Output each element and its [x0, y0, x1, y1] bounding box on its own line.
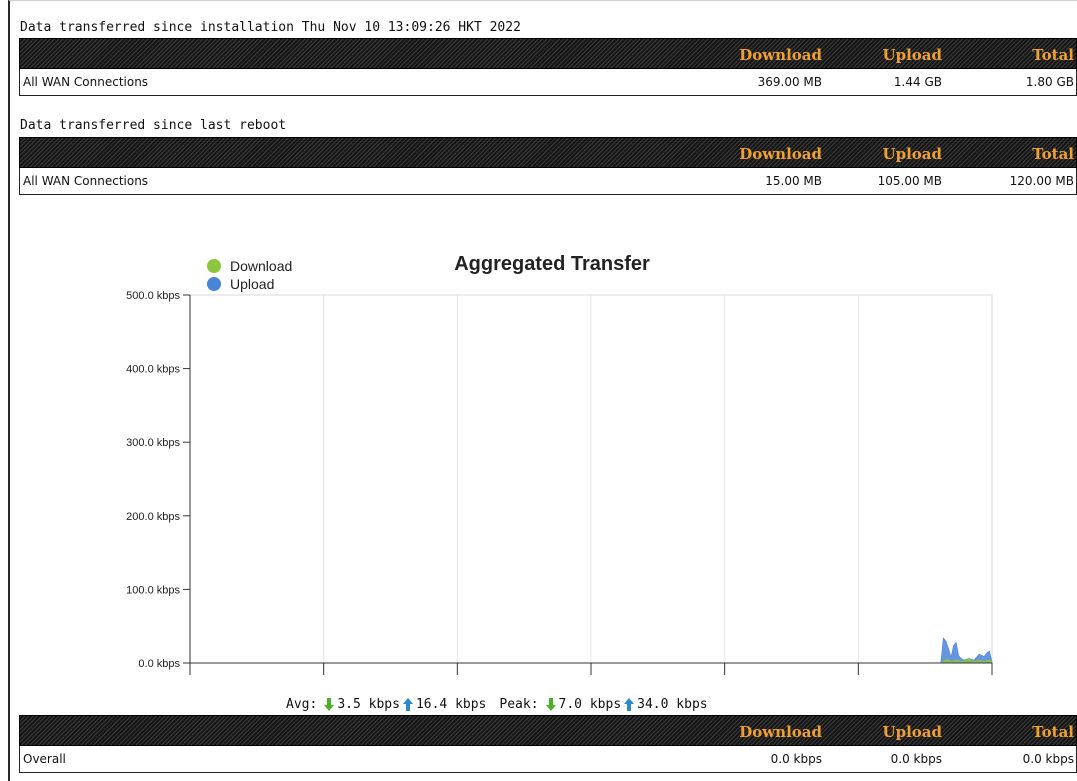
header-download: Download: [739, 723, 822, 741]
chart-title: Aggregated Transfer: [454, 253, 650, 275]
row-download: 0.0 kbps: [770, 752, 822, 766]
install-caption: Data transferred since installation Thu …: [20, 20, 521, 35]
y-tick-label: 400.0 kbps: [126, 364, 180, 376]
row-upload: 105.00 MB: [877, 174, 942, 188]
header-total: Total: [1032, 145, 1074, 163]
y-tick-label: 300.0 kbps: [126, 437, 180, 449]
row-total: 0.0 kbps: [1022, 752, 1074, 766]
legend-swatch-upload: [207, 277, 221, 291]
row-upload: 1.44 GB: [893, 75, 942, 89]
row-upload: 0.0 kbps: [890, 752, 942, 766]
reboot-caption: Data transferred since last reboot: [20, 118, 287, 133]
header-download: Download: [739, 46, 822, 64]
table-row: Overall 0.0 kbps 0.0 kbps 0.0 kbps: [19, 746, 1077, 773]
legend-label-upload: Upload: [230, 276, 274, 292]
peak-download-value: 7.0 kbps: [558, 697, 622, 712]
y-tick-label: 500.0 kbps: [126, 290, 180, 302]
table-row: All WAN Connections 15.00 MB 105.00 MB 1…: [19, 168, 1077, 195]
overall-table-header: Download Upload Total: [19, 715, 1077, 746]
legend-swatch-download: [207, 259, 221, 273]
avg-label: Avg:: [286, 697, 318, 712]
stats-line: Avg: 3.5 kbps 16.4 kbps Peak: 7.0 kbps 3…: [286, 697, 708, 712]
y-axis: 500.0 kbps 400.0 kbps 300.0 kbps 200.0 kbps…: [126, 290, 191, 670]
chart-grid: [189, 294, 993, 664]
download-arrow-icon: [324, 698, 335, 711]
chart-legend[interactable]: Download Upload: [207, 258, 292, 292]
install-table: Download Upload Total All WAN Connection…: [19, 38, 1077, 96]
row-label: All WAN Connections: [23, 174, 149, 188]
avg-upload-value: 16.4 kbps: [415, 697, 487, 712]
aggregated-transfer-chart: Aggregated Transfer Download Upload 500.0…: [126, 253, 993, 675]
table-row: All WAN Connections 369.00 MB 1.44 GB 1.…: [19, 69, 1077, 96]
reboot-table-header: Download Upload Total: [19, 137, 1077, 168]
y-tick-label: 100.0 kbps: [126, 584, 180, 596]
y-tick-label: 200.0 kbps: [126, 511, 180, 523]
row-download: 15.00 MB: [765, 174, 822, 188]
legend-label-download: Download: [230, 258, 292, 274]
row-download: 369.00 MB: [757, 75, 822, 89]
download-arrow-icon: [545, 698, 556, 711]
overall-table: Download Upload Total Overall 0.0 kbps 0…: [19, 715, 1077, 773]
peak-upload-value: 34.0 kbps: [637, 697, 708, 712]
header-upload: Upload: [882, 723, 942, 741]
peak-label: Peak:: [499, 697, 539, 712]
header-download: Download: [739, 145, 822, 163]
upload-arrow-icon: [624, 698, 635, 711]
row-total: 120.00 MB: [1009, 174, 1074, 188]
header-total: Total: [1032, 46, 1074, 64]
header-upload: Upload: [882, 145, 942, 163]
upload-arrow-icon: [402, 698, 413, 711]
header-total: Total: [1032, 723, 1074, 741]
row-label: All WAN Connections: [23, 75, 149, 89]
y-tick-label: 0.0 kbps: [138, 658, 180, 670]
x-axis: [189, 662, 993, 675]
install-table-header: Download Upload Total: [19, 38, 1077, 69]
reboot-table: Download Upload Total All WAN Connection…: [19, 137, 1077, 195]
avg-download-value: 3.5 kbps: [337, 697, 400, 712]
row-total: 1.80 GB: [1025, 75, 1074, 89]
row-label: Overall: [23, 752, 66, 766]
header-upload: Upload: [882, 46, 942, 64]
